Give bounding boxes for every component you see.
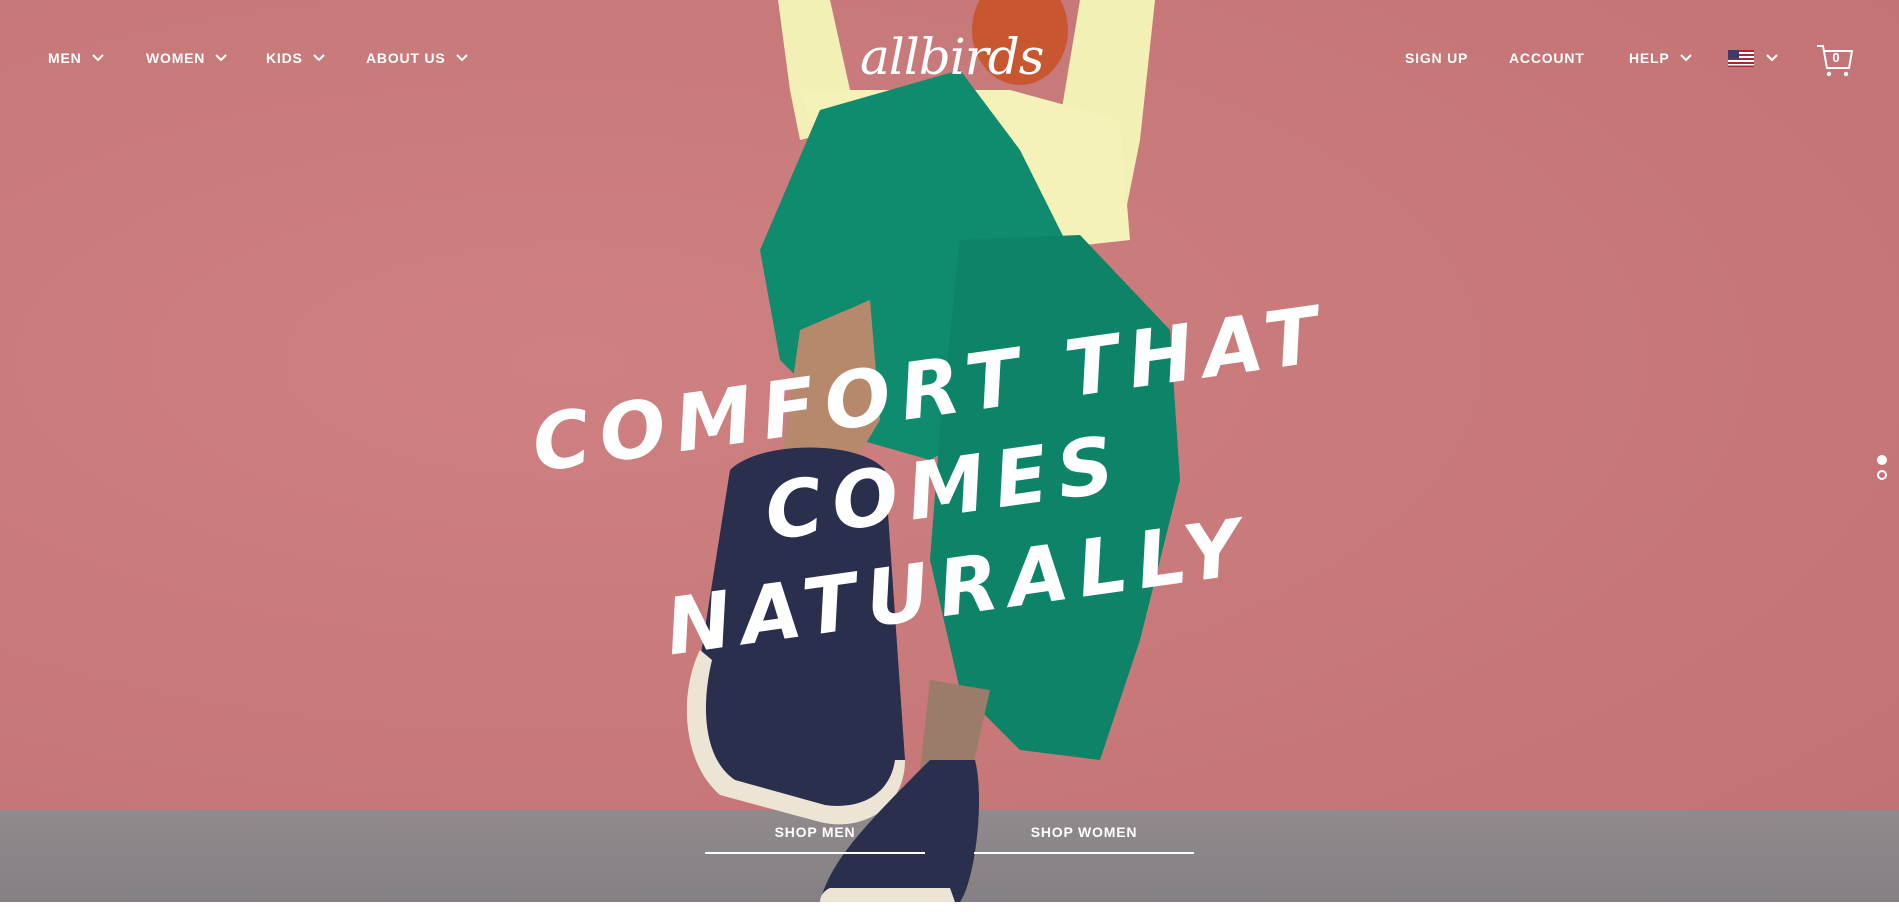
sign-up-link[interactable]: SIGN UP	[1405, 50, 1468, 66]
hero-banner: COMFORT THAT COMES NATURALLY SHOP MEN SH…	[0, 0, 1899, 902]
nav-item-men-label: MEN	[48, 50, 82, 66]
chevron-down-icon	[312, 54, 325, 62]
sign-up-label: SIGN UP	[1405, 50, 1469, 66]
nav-item-kids[interactable]: KIDS	[266, 50, 325, 66]
locale-chevron-down-icon[interactable]	[1766, 54, 1778, 62]
cart-count-badge: 0	[1832, 50, 1840, 65]
chevron-down-icon	[91, 54, 104, 62]
nav-item-help-label: HELP	[1629, 50, 1670, 66]
chevron-down-icon	[1679, 54, 1692, 62]
top-navigation: MEN WOMEN KIDS ABOUT US allbirds SIGN UP…	[0, 0, 1899, 120]
nav-item-kids-label: KIDS	[266, 50, 303, 66]
nav-item-about-us-label: ABOUT US	[366, 50, 446, 66]
chevron-down-icon	[215, 54, 227, 62]
shop-women-button[interactable]: SHOP WOMEN	[974, 824, 1194, 854]
account-label: ACCOUNT	[1509, 50, 1585, 66]
carousel-dot-2[interactable]	[1877, 470, 1887, 480]
nav-item-about-us[interactable]: ABOUT US	[366, 50, 468, 66]
chevron-down-icon	[455, 54, 468, 62]
account-link[interactable]: ACCOUNT	[1509, 50, 1585, 66]
allbirds-logo[interactable]: allbirds	[860, 28, 1044, 98]
nav-item-women-label: WOMEN	[146, 50, 206, 66]
us-flag-icon[interactable]	[1728, 50, 1754, 67]
nav-item-women[interactable]: WOMEN	[146, 50, 227, 66]
nav-item-men[interactable]: MEN	[48, 50, 104, 66]
nav-item-help[interactable]: HELP	[1629, 50, 1692, 66]
carousel-dot-1[interactable]	[1877, 455, 1887, 465]
shop-men-button[interactable]: SHOP MEN	[705, 824, 925, 854]
